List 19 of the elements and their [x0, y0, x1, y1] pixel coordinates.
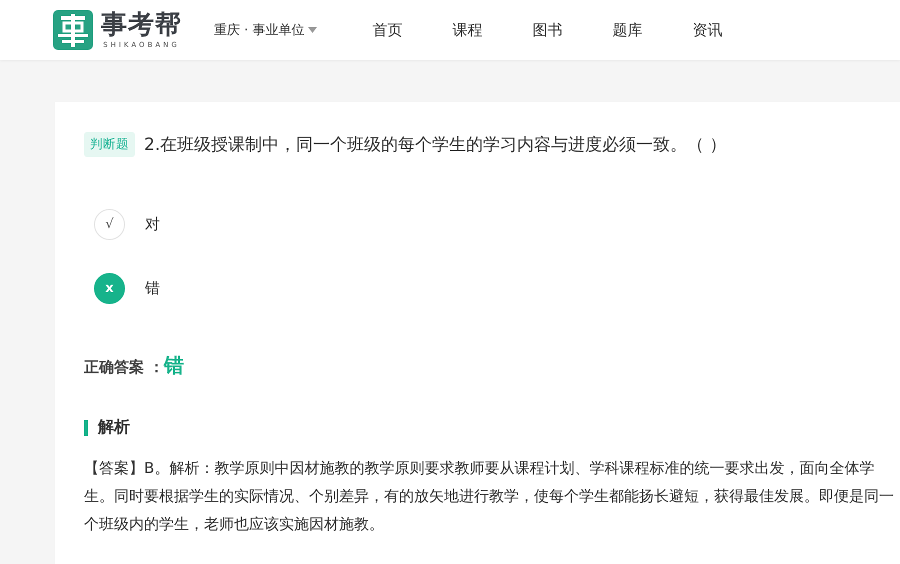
region-selector[interactable]: 重庆 · 事业单位: [214, 21, 318, 39]
nav-link[interactable]: 资讯: [685, 20, 730, 40]
nav-link[interactable]: 课程: [445, 20, 490, 40]
question-type-tag: 判断题: [84, 132, 135, 157]
correct-answer: 错: [164, 352, 184, 379]
nav-link[interactable]: 图书: [525, 20, 570, 40]
analysis-text: 【答案】B。解析：教学原则中因材施教的教学原则要求教师要从课程计划、学科课程标准的统一要求出发，面向全体学生。同时要根据学生的实际情况、个别差异，有的放矢地进行教学，使每个学生都能扬长避短，获得最佳发展。即便是同一个班级内的学生，老师也应该实施因材施教。: [84, 458, 894, 535]
option-label[interactable]: 错: [145, 279, 160, 298]
option-marker[interactable]: √: [94, 209, 125, 240]
brand-name: 事考帮: [101, 11, 182, 39]
question-text: 2.在班级授课制中，同一个班级的每个学生的学习内容与进度必须一致。（ ）: [144, 134, 727, 156]
caret-icon: [308, 27, 318, 33]
logo-icon: [53, 10, 93, 50]
nav-link[interactable]: 首页: [365, 20, 410, 40]
option-label[interactable]: 对: [145, 215, 160, 234]
answer-label: 正确答案 ：: [84, 358, 164, 377]
nav-link[interactable]: 题库: [605, 20, 650, 40]
section-marker: [84, 420, 88, 436]
section-title: 解析: [98, 417, 130, 438]
